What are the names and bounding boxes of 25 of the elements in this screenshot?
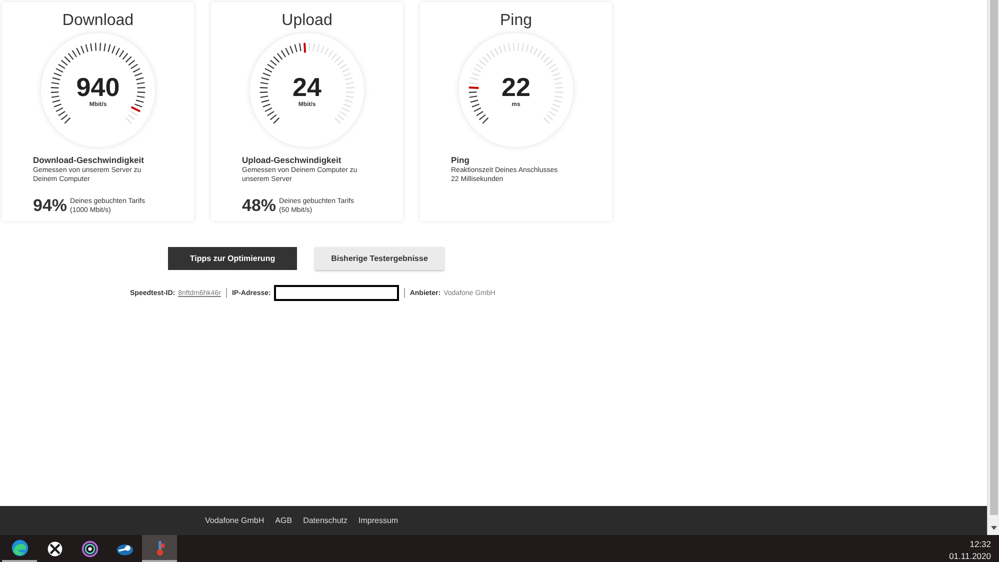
gauge-value: 940 bbox=[76, 73, 120, 101]
card-title: Upload bbox=[282, 12, 332, 30]
swirl-icon bbox=[10, 538, 28, 556]
rings-icon bbox=[80, 540, 98, 558]
clock-time: 12:32 bbox=[968, 538, 991, 550]
clock-date: 01.11.2020 bbox=[949, 550, 991, 562]
footer-link[interactable]: AGB bbox=[275, 516, 292, 525]
percent-value: 48% bbox=[242, 197, 276, 215]
footer-link[interactable]: Datenschutz bbox=[303, 516, 348, 525]
action-button[interactable]: Bisherige Testergebnisse bbox=[315, 247, 444, 270]
card-title: Download bbox=[62, 12, 134, 30]
scrollbar[interactable] bbox=[987, 0, 999, 535]
action-button[interactable]: Tipps zur Optimierung bbox=[168, 247, 297, 270]
footer-link[interactable]: Impressum bbox=[358, 516, 398, 525]
x-circle-icon bbox=[46, 540, 64, 558]
card-heading: Upload-Geschwindigkeit bbox=[242, 155, 342, 166]
gauge-value: 22 bbox=[502, 73, 530, 101]
percent-value: 94% bbox=[33, 197, 68, 215]
card-heading: Download-Geschwindigkeit bbox=[33, 155, 145, 166]
card-heading: Ping bbox=[451, 155, 470, 166]
input-field[interactable] bbox=[274, 285, 399, 301]
card-title: Ping bbox=[500, 12, 532, 30]
caret-icon[interactable] bbox=[990, 525, 998, 531]
footer-link[interactable]: Vodafone GmbH bbox=[205, 516, 264, 525]
gauge-value: 24 bbox=[292, 73, 322, 101]
